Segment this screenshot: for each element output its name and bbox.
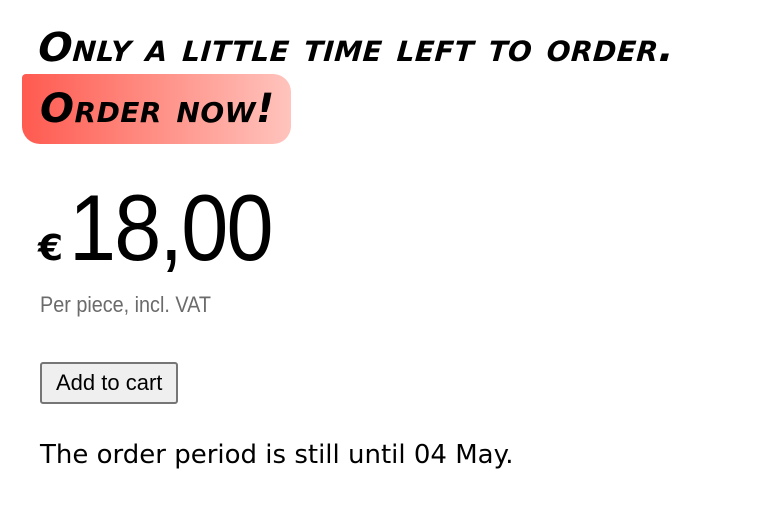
promo-headline: Only a little time left to order. <box>36 25 677 71</box>
order-period-text: The order period is still until 04 May. <box>40 440 514 470</box>
currency-symbol: € <box>38 228 64 269</box>
price-amount: 18,00 <box>69 175 274 280</box>
price-display: € 18,00 <box>38 178 294 278</box>
order-now-text: Order now! <box>40 86 275 132</box>
price-note: Per piece, incl. VAT <box>40 292 211 317</box>
order-now-banner: Order now! <box>22 74 291 144</box>
add-to-cart-button[interactable]: Add to cart <box>40 362 179 404</box>
